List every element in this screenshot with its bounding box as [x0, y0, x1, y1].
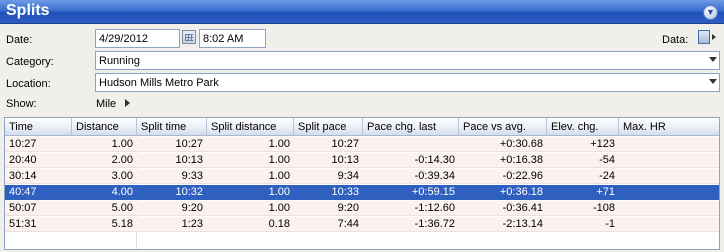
cell-split-time: 1:23	[181, 218, 203, 230]
cell-split-distance: 1.00	[268, 186, 290, 198]
cell-split-distance: 0.18	[268, 218, 290, 230]
table-row[interactable]: 10:27 1.00 10:27 1.00 10:27 +0:30.68 +12…	[5, 137, 719, 152]
cell-split-distance: 1.00	[268, 138, 290, 150]
cell-max-hr	[619, 153, 719, 168]
cell-elev-chg: +71	[596, 186, 615, 198]
cell-split-time: 9:33	[181, 170, 203, 182]
cell-time: 30:14	[9, 170, 37, 182]
col-elev-chg[interactable]: Elev. chg.	[547, 118, 619, 136]
cell-distance: 5.18	[111, 218, 133, 230]
cell-split-distance: 1.00	[268, 202, 290, 214]
time-field[interactable]: 8:02 AM	[199, 29, 266, 48]
col-pace-vs-avg[interactable]: Pace vs avg.	[459, 118, 547, 136]
cell-pace-chg-last: -0:39.34	[414, 170, 455, 182]
col-split-pace[interactable]: Split pace	[294, 118, 363, 136]
chevron-down-icon[interactable]	[709, 57, 717, 62]
table-row[interactable]: 50:07 5.00 9:20 1.00 9:20 -1:12.60 -0:36…	[5, 201, 719, 216]
calendar-icon[interactable]	[182, 30, 196, 44]
panel-title: Splits	[6, 2, 50, 19]
cell-distance: 5.00	[111, 202, 133, 214]
cell-split-pace: 10:27	[331, 138, 359, 150]
cell-pace-vs-avg: +0:36.18	[499, 186, 543, 198]
table-row[interactable]: 20:40 2.00 10:13 1.00 10:13 -0:14.30 +0:…	[5, 153, 719, 168]
cell-elev-chg: -1	[605, 218, 615, 230]
chevron-down-icon[interactable]	[709, 79, 717, 84]
cell-split-pace: 9:34	[337, 170, 359, 182]
cell-max-hr	[619, 169, 719, 184]
cell-split-distance: 1.00	[268, 154, 290, 166]
cell-pace-vs-avg: -0:22.96	[502, 170, 543, 182]
collapse-chevron-icon[interactable]: ▼	[703, 5, 718, 20]
cell-distance: 3.00	[111, 170, 133, 182]
cell-pace-chg-last: -1:12.60	[414, 202, 455, 214]
table-header: Time Distance Split time Split distance …	[5, 118, 719, 136]
cell-max-hr	[619, 217, 719, 232]
col-max-hr[interactable]: Max. HR	[619, 118, 719, 136]
cell-time: 50:07	[9, 202, 37, 214]
cell-elev-chg: +123	[590, 138, 615, 150]
location-label: Location:	[6, 78, 51, 90]
cell-pace-vs-avg: -0:36.41	[502, 202, 543, 214]
cell-time: 51:31	[9, 218, 37, 230]
cell-elev-chg: -108	[592, 202, 615, 214]
cell-distance: 4.00	[111, 186, 133, 198]
cell-elev-chg: -54	[599, 154, 615, 166]
col-pace-chg-last[interactable]: Pace chg. last	[363, 118, 459, 136]
cell-pace-vs-avg: -2:13.14	[502, 218, 543, 230]
cell-max-hr	[619, 137, 719, 152]
date-field[interactable]: 4/29/2012	[95, 29, 180, 48]
cell-pace-vs-avg: +0:30.68	[499, 138, 543, 150]
date-label: Date:	[6, 34, 33, 46]
panel-title-bar: Splits ▼	[0, 0, 724, 24]
cell-split-pace: 9:20	[337, 202, 359, 214]
cell-time: 40:47	[9, 186, 37, 198]
cell-max-hr	[619, 185, 719, 200]
cell-distance: 2.00	[111, 154, 133, 166]
cell-split-time: 10:13	[175, 154, 203, 166]
col-split-distance[interactable]: Split distance	[207, 118, 294, 136]
cell-split-pace: 10:13	[331, 154, 359, 166]
cell-pace-chg-last: +0:59.15	[411, 186, 455, 198]
cell-split-time: 9:20	[181, 202, 203, 214]
device-data-icon[interactable]	[698, 30, 710, 44]
cell-max-hr	[619, 201, 719, 216]
table-row[interactable]: 30:14 3.00 9:33 1.00 9:34 -0:39.34 -0:22…	[5, 169, 719, 184]
col-time[interactable]: Time	[5, 118, 72, 136]
category-value: Running	[99, 55, 140, 67]
cell-pace-chg-last: -1:36.72	[414, 218, 455, 230]
cell-split-distance: 1.00	[268, 170, 290, 182]
data-label: Data:	[662, 34, 689, 46]
show-unit-button[interactable]: Mile	[96, 98, 116, 110]
col-split-time[interactable]: Split time	[137, 118, 207, 136]
col-distance[interactable]: Distance	[72, 118, 137, 136]
cell-elev-chg: -24	[599, 170, 615, 182]
splits-table[interactable]: Time Distance Split time Split distance …	[4, 117, 720, 250]
table-row[interactable]: 51:31 5.18 1:23 0.18 7:44 -1:36.72 -2:13…	[5, 217, 719, 232]
category-label: Category:	[6, 56, 54, 68]
cell-pace-vs-avg: +0:16.38	[499, 154, 543, 166]
cell-time: 20:40	[9, 154, 37, 166]
table-row-selected[interactable]: 40:47 4.00 10:32 1.00 10:33 +0:59.15 +0:…	[5, 185, 719, 200]
location-value: Hudson Mills Metro Park	[99, 77, 219, 89]
cell-split-pace: 10:33	[331, 186, 359, 198]
location-dropdown[interactable]: Hudson Mills Metro Park	[95, 73, 720, 92]
cell-time: 10:27	[9, 138, 37, 150]
category-dropdown[interactable]: Running	[95, 51, 720, 70]
cell-distance: 1.00	[111, 138, 133, 150]
cell-split-pace: 7:44	[337, 218, 359, 230]
cell-pace-chg-last: -0:14.30	[414, 154, 455, 166]
show-label: Show:	[6, 98, 37, 110]
cell-pace-chg-last	[363, 137, 459, 152]
data-menu-caret-icon[interactable]	[712, 34, 716, 40]
cell-split-time: 10:27	[175, 138, 203, 150]
chevron-right-icon[interactable]	[125, 99, 130, 107]
cell-split-time: 10:32	[175, 186, 203, 198]
